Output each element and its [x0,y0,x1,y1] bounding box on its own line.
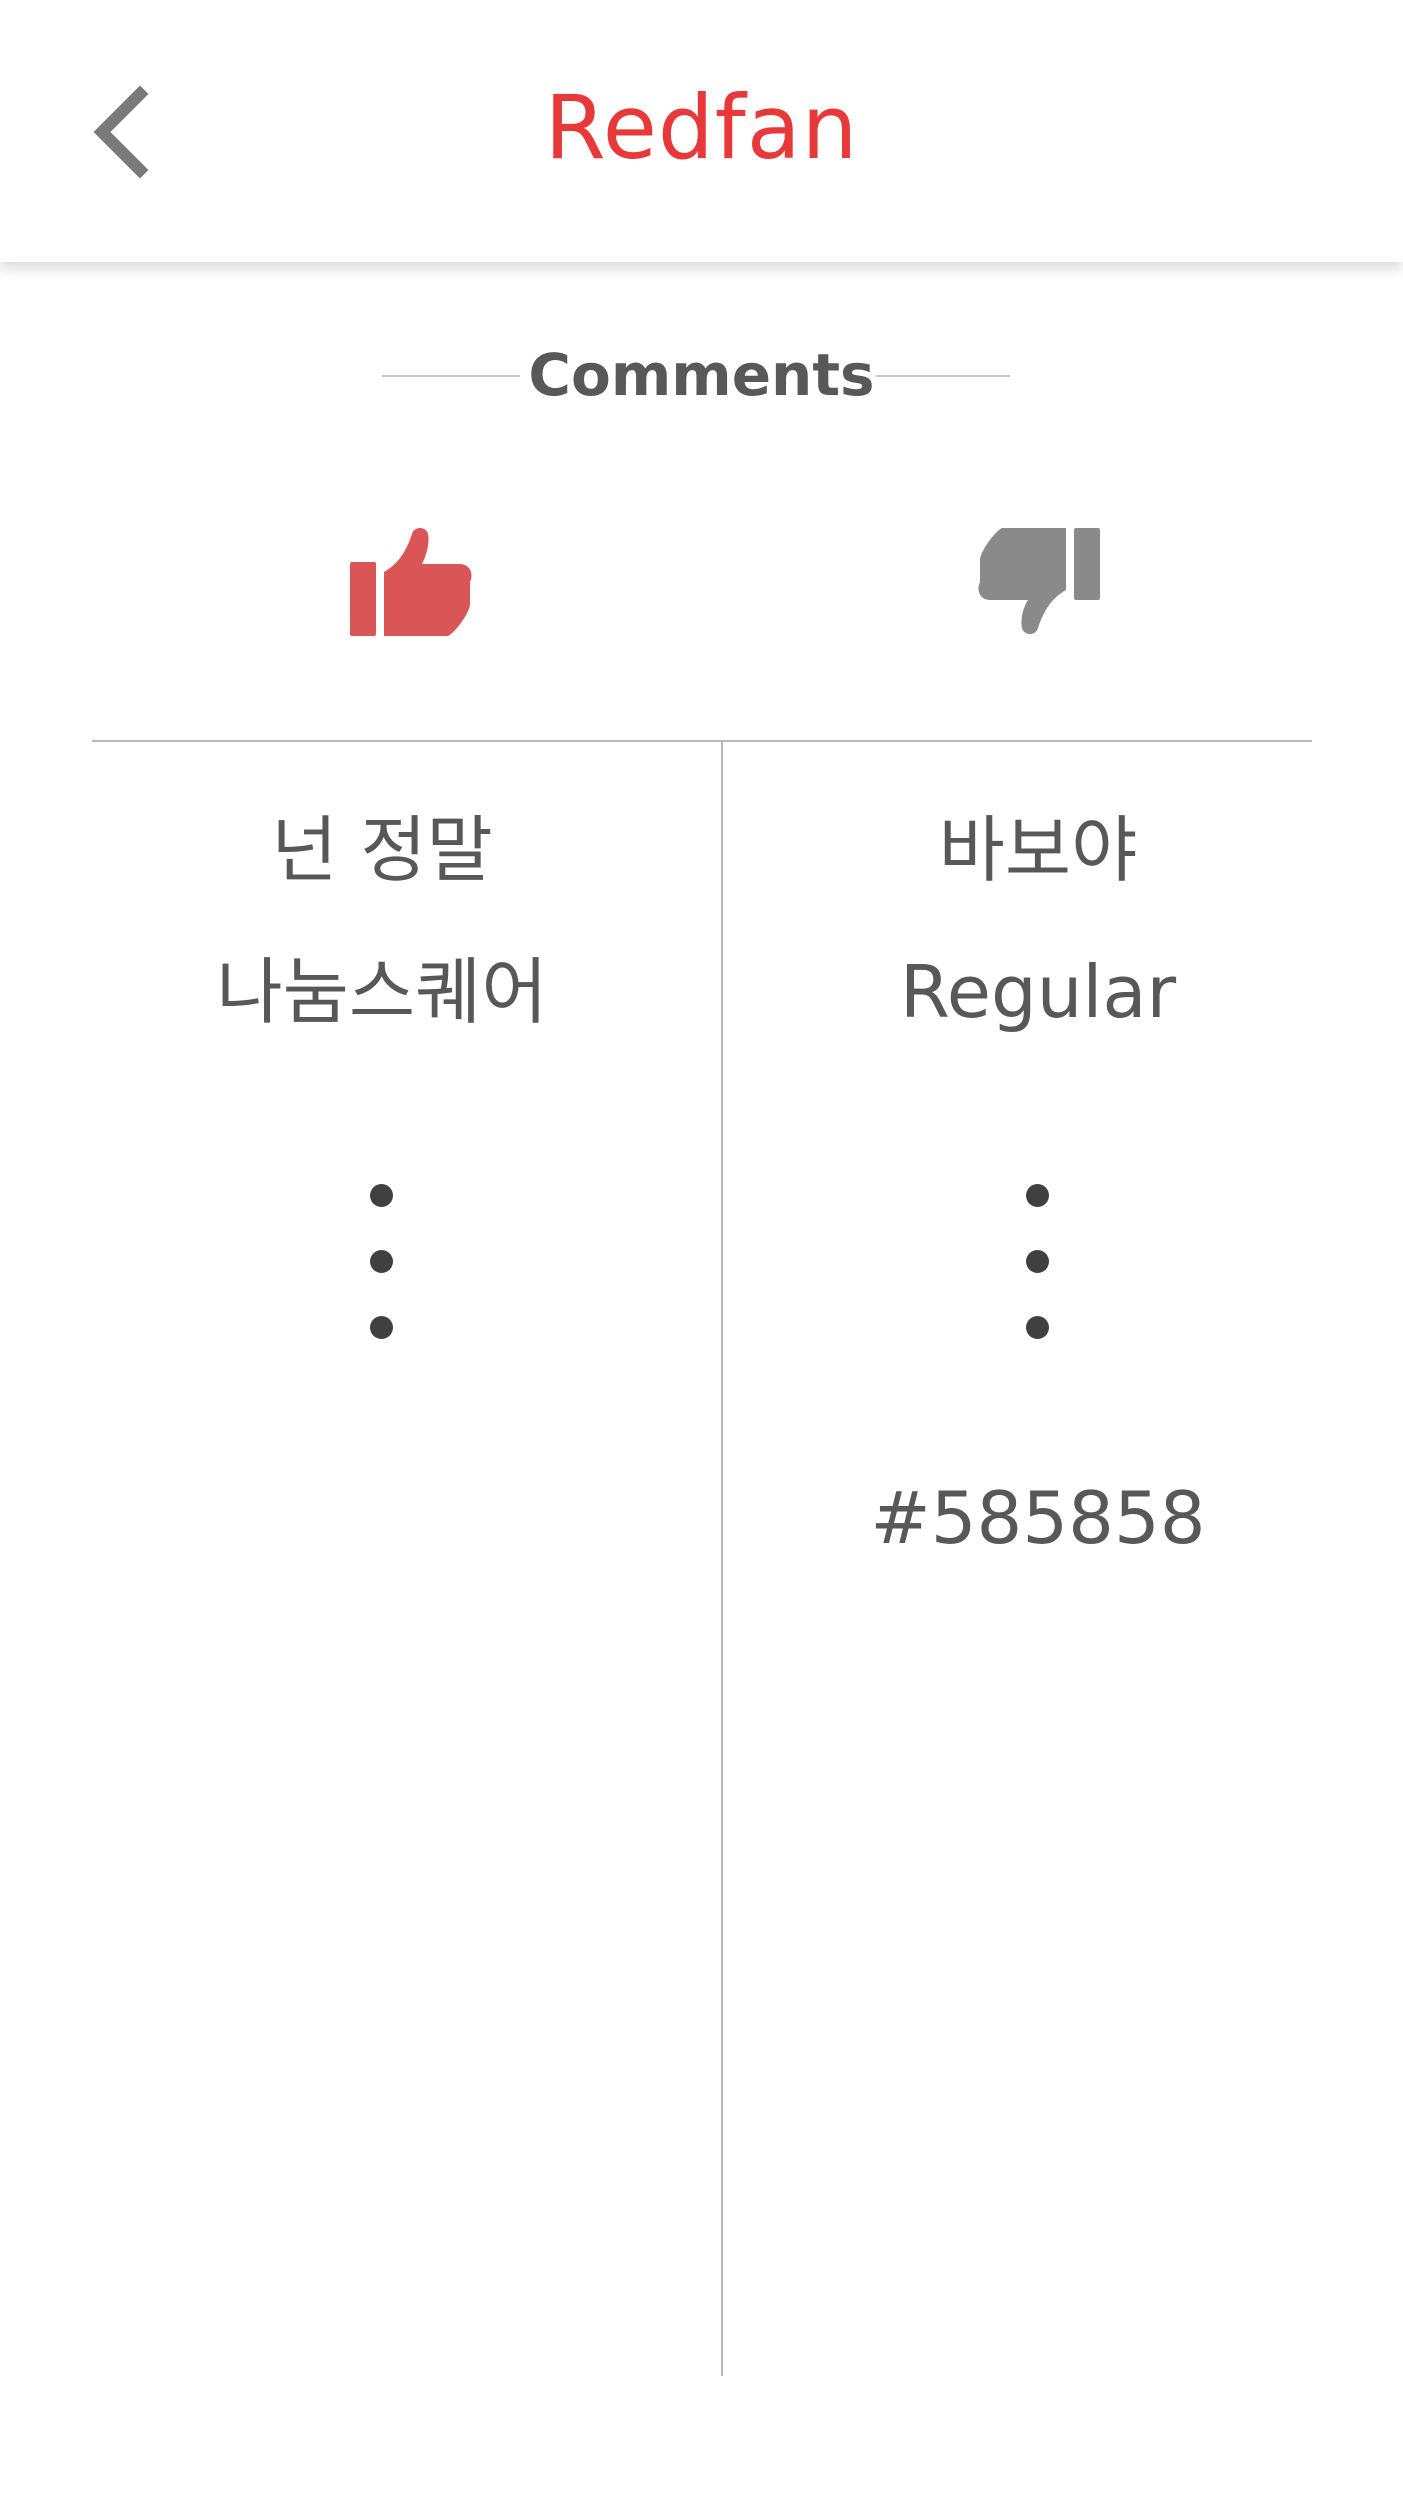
table-divider-horizontal [92,740,1312,742]
comment-text: 넌 정말 [271,808,493,892]
comments-section-header: Comments [0,330,1403,420]
thumbs-down-icon [978,528,1100,634]
dislike-button[interactable] [968,520,1108,650]
app-title: Redfan [544,76,859,179]
vertical-ellipsis-icon [1026,1184,1050,1344]
comment-text: 나눔스퀘어 [216,950,548,1034]
vertical-ellipsis-icon [370,1184,394,1344]
divider [876,375,1010,377]
table-divider-vertical [721,741,723,2376]
app-header: Redfan [0,0,1403,262]
comment-text: 바보야 [938,808,1138,892]
comment-text: Regular [899,950,1177,1034]
thumbs-up-icon [350,528,472,636]
section-title: Comments [528,341,875,409]
like-button[interactable] [342,520,482,650]
color-code-text: #585858 [870,1476,1206,1560]
